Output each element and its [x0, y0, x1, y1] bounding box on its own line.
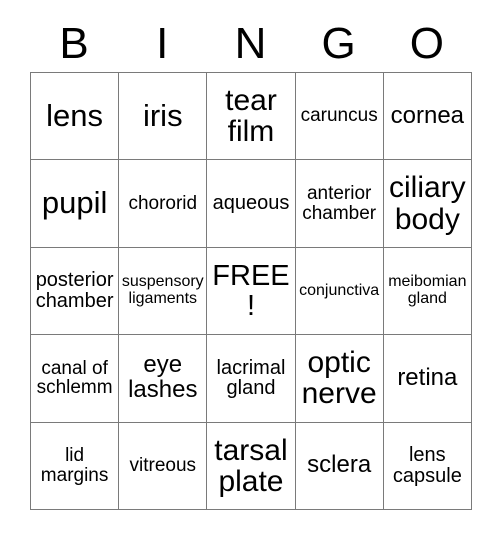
bingo-cell-label: cornea: [390, 101, 465, 129]
bingo-grid: lens iris tear film caruncus cornea pupi…: [30, 72, 472, 510]
bingo-cell-label: optic nerve: [301, 346, 377, 411]
bingo-cell[interactable]: suspensory ligaments: [119, 247, 208, 336]
bingo-header-letter-b: B: [59, 19, 89, 68]
bingo-cell-label: lacrimal gland: [216, 356, 286, 400]
bingo-row: lid margins vitreous tarsal plate sclera…: [31, 422, 472, 510]
bingo-cell[interactable]: eye lashes: [119, 335, 208, 423]
bingo-cell[interactable]: ciliary body: [383, 160, 472, 248]
bingo-cell[interactable]: aqueous: [207, 160, 296, 248]
bingo-cell[interactable]: vitreous: [119, 422, 208, 510]
bingo-cell-label: eye lashes: [128, 351, 198, 404]
bingo-cell[interactable]: canal of schlemm: [31, 335, 120, 423]
bingo-cell[interactable]: retina: [383, 335, 472, 423]
bingo-cell[interactable]: conjunctiva: [295, 247, 384, 336]
bingo-header-letter-g: G: [321, 19, 356, 68]
bingo-row: pupil chororid aqueous anterior chamber …: [31, 160, 472, 248]
bingo-cell-label: suspensory ligaments: [121, 273, 204, 307]
bingo-header-letter-n: N: [234, 19, 267, 68]
bingo-cell[interactable]: anterior chamber: [295, 160, 384, 248]
bingo-card: B I N G O lens iris tear film caruncus c…: [30, 16, 472, 510]
bingo-cell-label: tarsal plate: [214, 433, 288, 498]
bingo-row: canal of schlemm eye lashes lacrimal gla…: [31, 335, 472, 423]
bingo-cell-label: chororid: [128, 192, 198, 214]
bingo-cell[interactable]: caruncus: [295, 73, 384, 161]
bingo-cell-label: conjunctiva: [299, 281, 380, 299]
bingo-cell[interactable]: lid margins: [31, 422, 120, 510]
bingo-header-letter-o: O: [409, 19, 444, 68]
bingo-cell-label: lens: [46, 98, 104, 134]
bingo-cell-label: ciliary body: [389, 171, 466, 236]
bingo-cell-free[interactable]: FREE!: [207, 247, 296, 336]
bingo-cell-label: aqueous: [212, 192, 290, 215]
bingo-cell-label: retina: [397, 363, 458, 391]
bingo-cell[interactable]: lens capsule: [383, 422, 472, 510]
bingo-cell-label: caruncus: [300, 105, 378, 127]
bingo-cell[interactable]: pupil: [31, 160, 120, 248]
bingo-cell-label: meibomian gland: [388, 273, 467, 307]
bingo-cell[interactable]: sclera: [295, 422, 384, 510]
bingo-cell-label: pupil: [41, 185, 108, 221]
bingo-cell-label: lens capsule: [392, 443, 462, 487]
bingo-cell[interactable]: posterior chamber: [31, 247, 120, 336]
bingo-cell-label: vitreous: [129, 454, 197, 476]
bingo-row: lens iris tear film caruncus cornea: [31, 73, 472, 161]
bingo-row: posterior chamber suspensory ligaments F…: [31, 247, 472, 336]
bingo-cell[interactable]: chororid: [119, 160, 208, 248]
bingo-cell-label: anterior chamber: [302, 182, 377, 224]
bingo-cell[interactable]: lens: [31, 73, 120, 161]
bingo-cell-label: sclera: [307, 451, 372, 479]
bingo-cell-label: tear film: [225, 84, 277, 149]
bingo-cell[interactable]: tear film: [207, 73, 296, 161]
bingo-cell[interactable]: optic nerve: [295, 335, 384, 423]
bingo-cell-label: posterior chamber: [35, 269, 114, 312]
bingo-cell[interactable]: tarsal plate: [207, 422, 296, 510]
bingo-cell[interactable]: lacrimal gland: [207, 335, 296, 423]
bingo-cell[interactable]: meibomian gland: [383, 247, 472, 336]
bingo-cell[interactable]: cornea: [383, 73, 472, 161]
bingo-header-row: B I N G O: [30, 16, 471, 72]
bingo-cell-label: FREE!: [212, 259, 290, 322]
bingo-cell-label: lid margins: [40, 445, 109, 486]
bingo-header-letter-i: I: [156, 19, 169, 68]
bingo-cell-label: canal of schlemm: [36, 357, 113, 399]
bingo-cell-label: iris: [142, 98, 183, 134]
bingo-cell[interactable]: iris: [119, 73, 208, 161]
